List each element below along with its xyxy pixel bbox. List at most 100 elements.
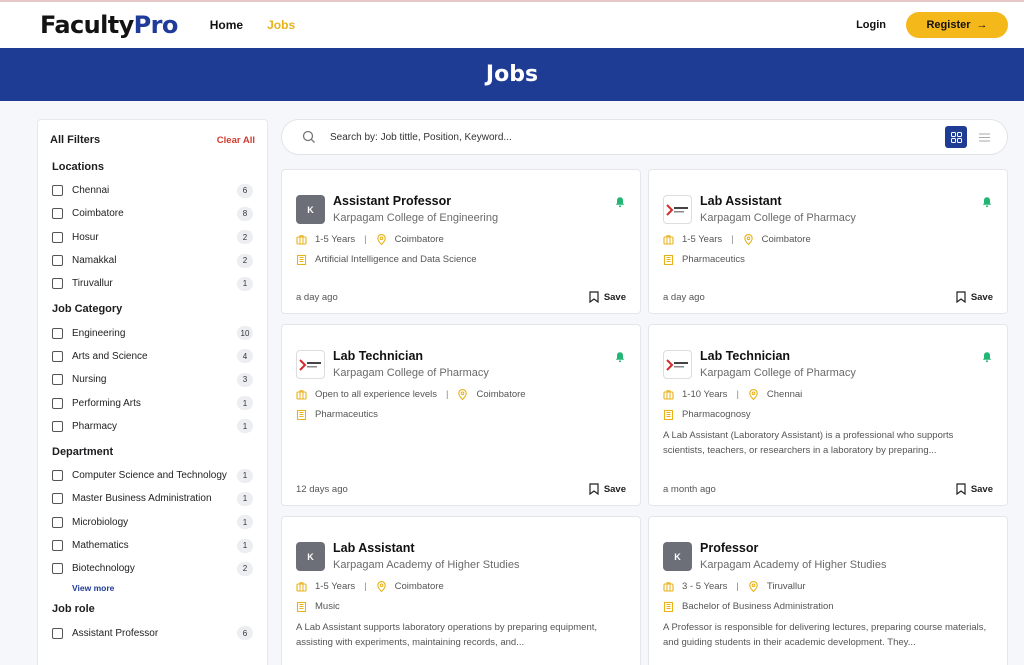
building-icon [296, 409, 307, 420]
filters-title: All Filters [50, 134, 101, 146]
location-text: Coimbatore [476, 389, 526, 400]
page-title: Jobs [485, 62, 539, 87]
checkbox[interactable] [52, 208, 63, 220]
filter-option-label: Assistant Professor [72, 627, 159, 639]
filter-option[interactable]: Hosur 2 [50, 226, 255, 249]
job-card[interactable]: K Assistant Professor Karpagam College of … [281, 169, 641, 314]
checkbox[interactable] [52, 327, 63, 339]
filter-option[interactable]: Biotechnology 2 [50, 557, 255, 580]
filter-count-badge: 8 [237, 206, 253, 221]
posted-time: a day ago [663, 291, 705, 303]
checkbox[interactable] [52, 397, 63, 409]
checkbox[interactable] [52, 493, 63, 505]
job-title[interactable]: Assistant Professor [333, 194, 614, 208]
job-card[interactable]: Lab Technician Karpagam College of Pharma… [648, 324, 1008, 506]
checkbox[interactable] [52, 350, 63, 362]
filter-option[interactable]: Master Business Administration 1 [50, 487, 255, 510]
experience-text: 3 - 5 Years [682, 581, 728, 592]
save-button[interactable]: Save [956, 291, 993, 303]
checkbox[interactable] [52, 540, 63, 551]
filter-option[interactable]: Mathematics 1 [50, 534, 255, 557]
location-text: Coimbatore [761, 234, 811, 245]
location-pin-icon [458, 389, 468, 400]
filter-count-badge: 6 [237, 183, 253, 198]
job-title[interactable]: Lab Assistant [700, 194, 981, 208]
checkbox[interactable] [52, 185, 63, 197]
checkbox[interactable] [52, 374, 63, 386]
filter-option-label: Nursing [72, 374, 107, 386]
filter-option[interactable]: Assistant Professor 6 [50, 621, 255, 644]
job-title[interactable]: Lab Technician [700, 349, 981, 363]
save-button[interactable]: Save [956, 483, 993, 495]
college-name: Karpagam College of Pharmacy [333, 367, 489, 379]
filter-count-badge: 2 [237, 561, 253, 576]
experience-text: 1-10 Years [682, 389, 728, 400]
login-link[interactable]: Login [856, 19, 886, 31]
nav-jobs-link[interactable]: Jobs [267, 18, 295, 32]
bell-icon[interactable] [981, 196, 993, 208]
filter-option[interactable]: Engineering 10 [50, 321, 255, 344]
list-view-button[interactable] [973, 126, 995, 148]
page-banner: Jobs [0, 48, 1024, 101]
facultypro-logo[interactable]: FacultyPro [40, 11, 178, 39]
checkbox[interactable] [52, 470, 63, 482]
job-title[interactable]: Lab Technician [333, 349, 614, 363]
job-card[interactable]: Lab Assistant Karpagam College of Pharmac… [648, 169, 1008, 314]
checkbox[interactable] [52, 563, 63, 575]
search-input[interactable]: Search by: Job tittle, Position, Keyword… [330, 132, 945, 143]
filter-option-label: Microbiology [72, 516, 129, 528]
college-name: Karpagam College of Pharmacy [700, 367, 856, 379]
view-more-link[interactable]: View more [72, 583, 255, 593]
college-name: Karpagam Academy of Higher Studies [700, 559, 887, 571]
building-icon [663, 254, 674, 265]
filter-option[interactable]: Arts and Science 4 [50, 345, 255, 368]
filter-option-label: Biotechnology [72, 563, 135, 575]
filter-option[interactable]: Chennai 6 [50, 179, 255, 202]
bell-icon[interactable] [981, 351, 993, 363]
filter-count-badge: 3 [237, 372, 253, 387]
filter-option[interactable]: Computer Science and Technology 1 [50, 464, 255, 487]
filter-option[interactable]: Microbiology 1 [50, 511, 255, 534]
save-button[interactable]: Save [589, 483, 626, 495]
location-text: Chennai [766, 389, 803, 400]
job-title[interactable]: Professor [700, 541, 993, 555]
clear-all-button[interactable]: Clear All [217, 135, 255, 146]
checkbox[interactable] [52, 231, 63, 243]
grid-view-button[interactable] [945, 126, 967, 148]
job-description: A Lab Assistant (Laboratory Assistant) i… [663, 430, 954, 456]
job-card[interactable]: K Professor Karpagam Academy of Higher Stu… [648, 516, 1008, 665]
filter-option[interactable]: Performing Arts 1 [50, 391, 255, 414]
save-button[interactable]: Save [589, 291, 626, 303]
checkbox[interactable] [52, 255, 63, 267]
bell-icon[interactable] [614, 351, 626, 363]
filter-option[interactable]: Pharmacy 1 [50, 415, 255, 438]
filter-option[interactable]: Coimbatore 8 [50, 202, 255, 225]
experience-text: 1-5 Years [315, 234, 356, 245]
checkbox[interactable] [52, 627, 63, 639]
locations-heading: Locations [52, 161, 104, 173]
register-label: Register [926, 19, 971, 31]
filter-option[interactable]: Tiruvallur 1 [50, 272, 255, 295]
checkbox[interactable] [52, 420, 63, 432]
field-text: Artificial Intelligence and Data Science [315, 254, 477, 265]
filter-option-label: Mathematics [72, 540, 129, 551]
filter-option-label: Engineering [72, 327, 126, 339]
location-pin-icon [376, 234, 386, 245]
bookmark-icon [589, 291, 599, 303]
register-button[interactable]: Register → [906, 12, 1008, 38]
bookmark-icon [956, 291, 966, 303]
job-card[interactable]: K Lab Assistant Karpagam Academy of Higher… [281, 516, 641, 665]
checkbox[interactable] [52, 278, 63, 290]
filter-option[interactable]: Namakkal 2 [50, 249, 255, 272]
job-title[interactable]: Lab Assistant [333, 541, 626, 555]
save-label: Save [970, 291, 993, 303]
nav-home-link[interactable]: Home [210, 18, 243, 32]
company-logo [663, 350, 692, 379]
arrow-right-icon: → [976, 19, 988, 31]
bell-icon[interactable] [614, 196, 626, 208]
job-card[interactable]: Lab Technician Karpagam College of Pharma… [281, 324, 641, 506]
location-text: Coimbatore [394, 234, 444, 245]
checkbox[interactable] [52, 516, 63, 528]
filter-option[interactable]: Nursing 3 [50, 368, 255, 391]
filter-count-badge: 4 [237, 349, 253, 364]
